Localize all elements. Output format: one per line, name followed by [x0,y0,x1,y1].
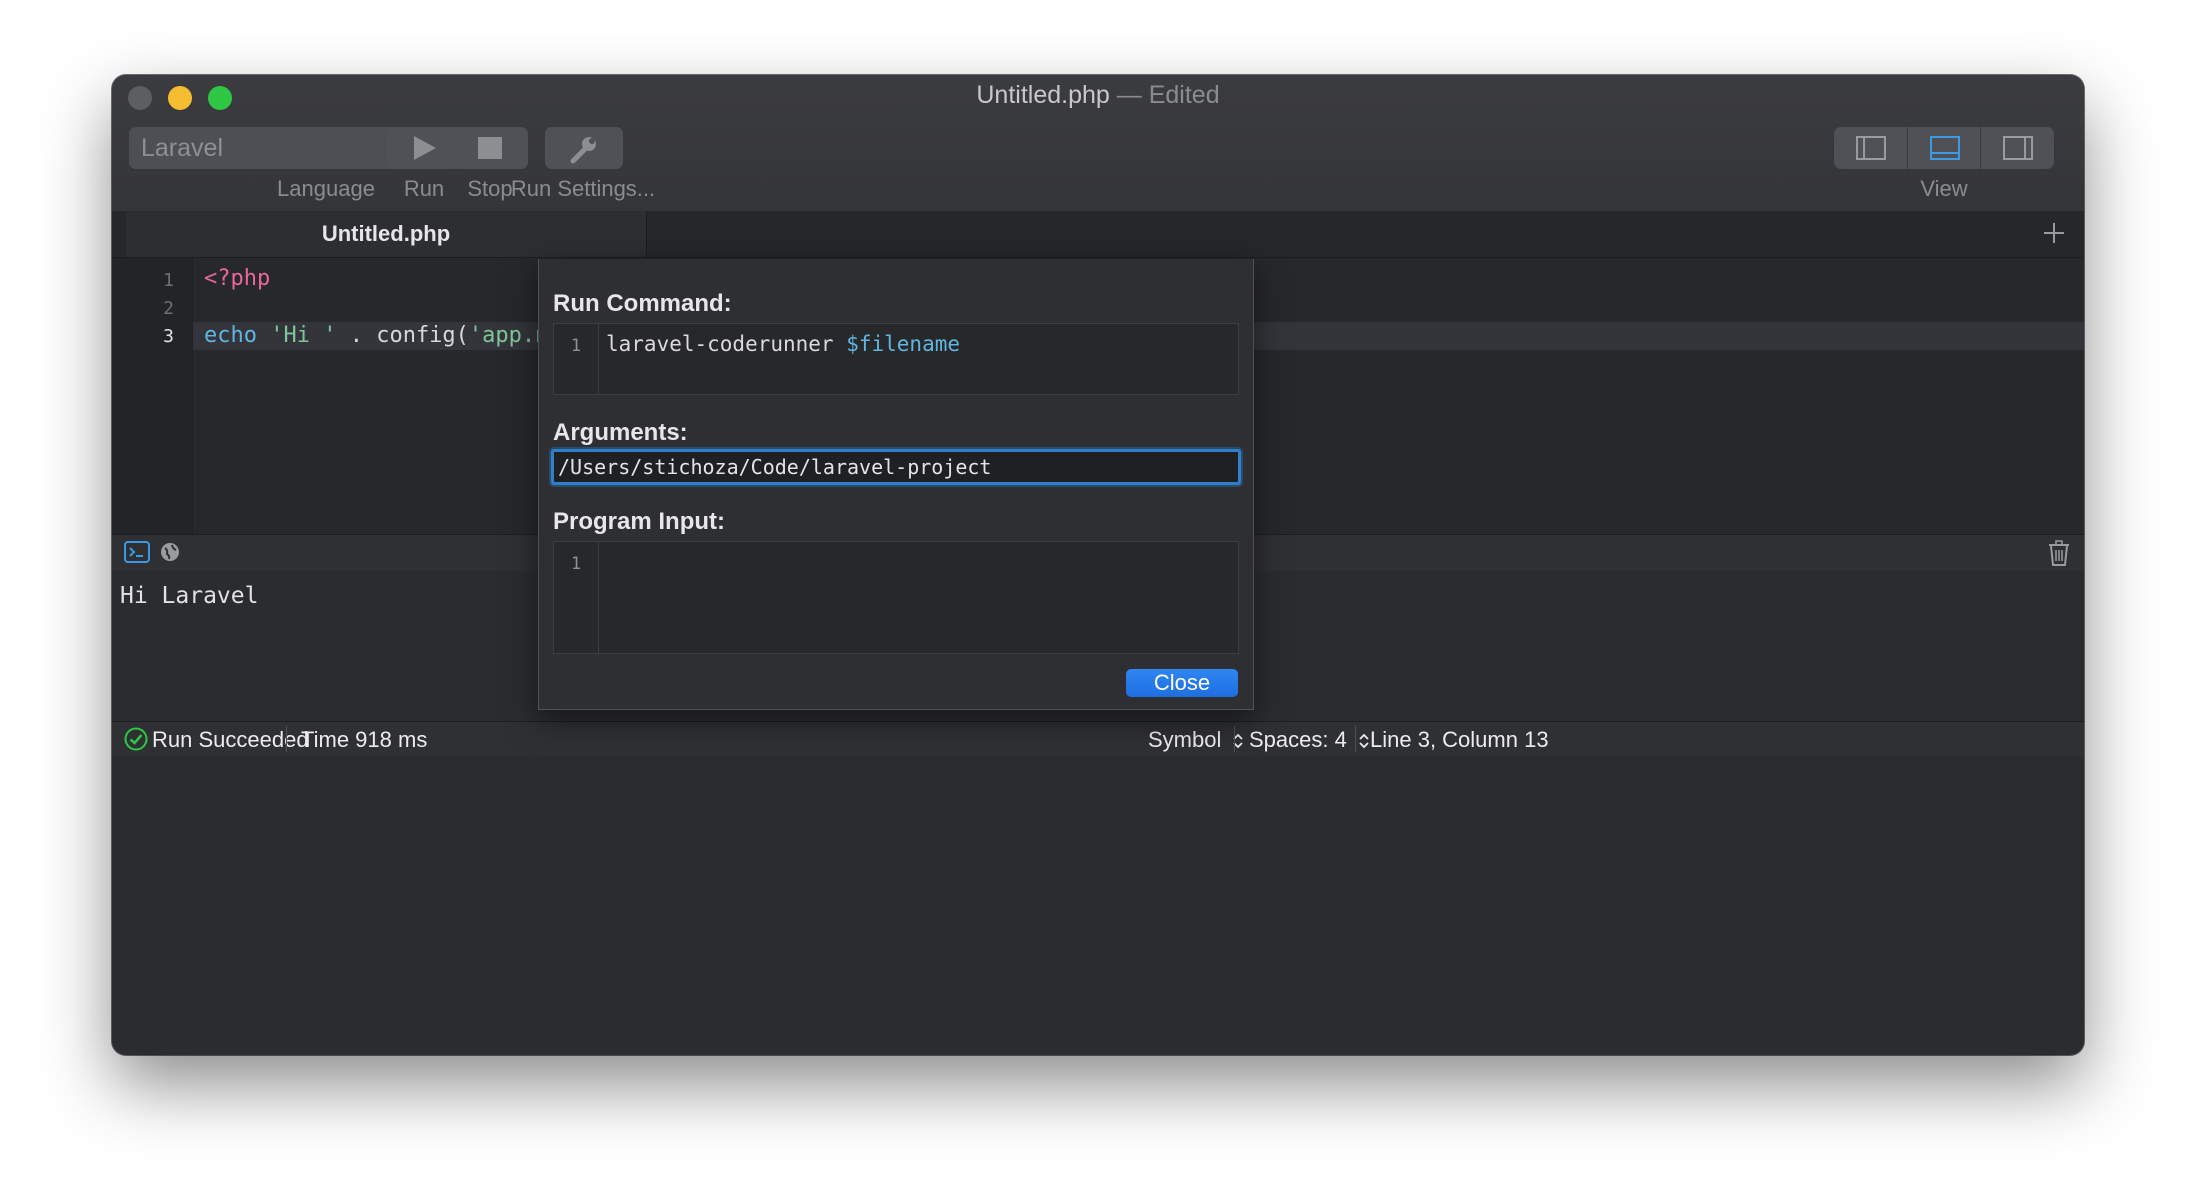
language-select-value: Laravel [141,134,223,162]
run-command-gutter: 1 [554,324,599,394]
view-label: View [1920,176,1968,201]
view-segmented-control [1834,127,2054,169]
toolbar: Untitled.php — Edited Laravel Language R… [112,75,2084,212]
view-right-panel-button[interactable] [1981,127,2054,169]
spaces-menu-label: Spaces: 4 [1249,727,1347,752]
status-divider [1234,726,1235,752]
close-button[interactable]: Close [1126,669,1238,697]
left-panel-icon [1856,136,1886,160]
stop-button[interactable] [452,127,528,169]
run-command-variable: $filename [846,332,961,356]
view-left-panel-button[interactable] [1834,127,1908,169]
status-divider [286,726,287,752]
add-tab-icon[interactable] [2040,219,2068,247]
status-divider [1355,726,1356,752]
run-settings-sheet: Run Command: 1 laravel-coderunner $filen… [538,259,1254,710]
run-settings-button[interactable] [545,127,623,169]
line-number: 1 [570,336,582,356]
run-command-label: Run Command: [553,290,732,317]
line-number: 2 [163,298,174,319]
trash-icon[interactable] [2048,540,2070,566]
line-number: 3 [163,326,174,347]
symbol-menu-label: Symbol [1148,727,1222,752]
run-command-value: laravel-coderunner [606,332,847,356]
line-number-gutter: 1 2 3 [112,258,193,534]
run-button[interactable] [386,127,462,169]
checkmark-icon [124,727,148,751]
window-title-separator: — [1116,81,1142,109]
globe-icon[interactable] [160,542,180,562]
editor-window: Untitled.php — Edited Laravel Language R… [112,75,2084,1055]
code-text: . config( [336,323,469,348]
window-title: Untitled.php — Edited [112,81,2084,110]
tab-bar: Untitled.php [112,211,2084,258]
window-title-file: Untitled.php [976,81,1110,109]
bottom-panel-icon [1929,136,1960,160]
program-input-label: Program Input: [553,508,725,535]
terminal-icon[interactable] [124,541,150,563]
right-panel-icon [2003,136,2034,160]
program-input-editor[interactable]: 1 [553,541,1239,654]
cursor-position[interactable]: Line 3, Column 13 [1370,727,1549,753]
php-open-tag: <?php [204,266,271,291]
wrench-icon [569,134,599,164]
window-title-state: Edited [1148,81,1220,109]
updown-chevron-icon [1359,732,1369,750]
run-time-text: Time 918 ms [301,727,428,752]
run-command-text: laravel-coderunner $filename [606,332,960,356]
view-bottom-panel-button[interactable] [1908,127,1982,169]
spaces-menu[interactable]: Spaces: 4 [1249,727,1369,753]
console-output-text: Hi Laravel [120,583,259,609]
arguments-label: Arguments: [553,419,688,446]
program-input-gutter: 1 [554,542,599,653]
arguments-input[interactable] [551,449,1241,485]
line-number: 1 [570,554,582,574]
run-settings-label: Run Settings... [510,176,656,201]
line-number: 1 [163,270,174,291]
code-line: <?php [204,266,270,291]
stop-icon [478,137,502,159]
code-string: 'Hi ' [270,323,337,348]
code-keyword: echo [204,323,257,348]
tab-untitled-php[interactable]: Untitled.php [126,211,647,257]
run-command-editor[interactable]: 1 laravel-coderunner $filename [553,323,1239,395]
play-icon [410,134,438,162]
symbol-menu[interactable]: Symbol [1148,727,1244,753]
status-bar: Run Succeeded Time 918 ms Symbol Spaces:… [112,721,2084,756]
code-line: echo 'Hi ' . config('app.na [204,323,562,348]
